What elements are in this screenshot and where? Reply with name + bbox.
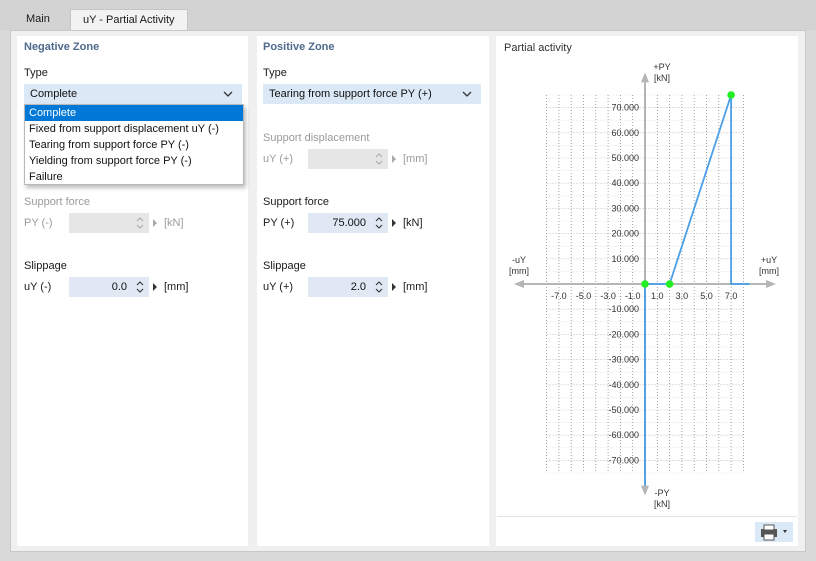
negative-zone-title: Negative Zone — [24, 41, 100, 53]
y-tick-label: -10.000 — [608, 304, 639, 314]
positive-force-label: PY (+) — [263, 217, 295, 229]
x-tick-label: -7.0 — [551, 291, 567, 301]
positive-displacement-title: Support displacement — [263, 132, 370, 144]
tab-partial-activity[interactable]: uY - Partial Activity — [70, 9, 188, 31]
chart-toolbar-divider — [497, 516, 797, 517]
stepper-arrows-icon[interactable] — [135, 279, 145, 295]
play-arrow-icon[interactable] — [392, 219, 396, 227]
dropdown-option-tearing[interactable]: Tearing from support force PY (-) — [25, 137, 243, 153]
negative-type-dropdown: Complete Fixed from support displacement… — [24, 104, 244, 185]
play-arrow-icon[interactable] — [392, 283, 396, 291]
y-pos-axis-label: +PY — [653, 62, 670, 72]
stepper-arrows-icon[interactable] — [374, 279, 384, 295]
positive-slippage-label: uY (+) — [263, 281, 294, 293]
x-tick-label: 5.0 — [700, 291, 713, 301]
y-tick-label: 20.000 — [611, 229, 639, 239]
y-tick-label: -30.000 — [608, 355, 639, 365]
y-tick-label: -40.000 — [608, 380, 639, 390]
negative-slippage-title: Slippage — [24, 260, 67, 272]
tab-bar: Main uY - Partial Activity — [0, 0, 816, 31]
positive-type-select[interactable]: Tearing from support force PY (+) — [263, 84, 481, 104]
dropdown-option-complete[interactable]: Complete — [25, 105, 243, 121]
chart-title: Partial activity — [504, 42, 572, 54]
positive-force-stepper[interactable]: 75.000 — [308, 213, 388, 233]
y-neg-axis-label: -PY — [654, 488, 669, 498]
x-tick-label: 3.0 — [676, 291, 689, 301]
x-tick-label: -3.0 — [600, 291, 616, 301]
positive-force-unit: [kN] — [403, 217, 423, 229]
positive-slippage-unit: [mm] — [403, 281, 428, 293]
play-arrow-icon — [392, 155, 396, 163]
dropdown-option-fixed-displacement[interactable]: Fixed from support displacement uY (-) — [25, 121, 243, 137]
positive-displacement-label: uY (+) — [263, 153, 294, 165]
positive-slippage-stepper[interactable]: 2.0 — [308, 277, 388, 297]
chevron-down-icon — [223, 91, 233, 97]
stepper-arrows-icon[interactable] — [374, 215, 384, 231]
x-tick-label: -5.0 — [576, 291, 592, 301]
x-pos-axis-unit: [mm] — [759, 266, 779, 276]
negative-type-label: Type — [24, 67, 48, 79]
x-pos-axis-label: +uY — [761, 255, 777, 265]
y-tick-label: 10.000 — [611, 254, 639, 264]
printer-icon — [761, 524, 787, 541]
activity-point — [665, 280, 674, 288]
negative-slippage-label: uY (-) — [24, 281, 52, 293]
negative-slippage-unit: [mm] — [164, 281, 189, 293]
play-arrow-icon[interactable] — [153, 283, 157, 291]
y-tick-label: -50.000 — [608, 405, 639, 415]
x-tick-label: 7.0 — [725, 291, 738, 301]
play-arrow-icon — [153, 219, 157, 227]
x-tick-label: 1.0 — [651, 291, 664, 301]
activity-line — [645, 94, 750, 285]
dropdown-option-failure[interactable]: Failure — [25, 169, 243, 185]
y-axis-arrow-down — [641, 485, 649, 496]
x-neg-axis-unit: [mm] — [509, 266, 529, 276]
y-tick-label: -20.000 — [608, 329, 639, 339]
activity-point — [641, 280, 649, 288]
y-pos-axis-unit: [kN] — [654, 73, 670, 83]
positive-type-label: Type — [263, 67, 287, 79]
chevron-down-icon — [462, 91, 472, 97]
stepper-arrows-icon — [136, 217, 144, 229]
y-tick-label: -60.000 — [608, 430, 639, 440]
x-axis-arrow-left — [514, 280, 524, 288]
positive-force-title: Support force — [263, 196, 330, 208]
y-tick-label: 40.000 — [611, 178, 639, 188]
x-neg-axis-label: -uY — [512, 255, 526, 265]
tab-main[interactable]: Main — [14, 9, 62, 31]
positive-zone-title: Positive Zone — [263, 41, 335, 53]
positive-displacement-stepper — [308, 149, 388, 169]
y-tick-label: -70.000 — [608, 455, 639, 465]
positive-slippage-value: 2.0 — [350, 281, 366, 293]
y-tick-label: 50.000 — [611, 153, 639, 163]
negative-type-value: Complete — [30, 88, 78, 100]
dropdown-option-yielding[interactable]: Yielding from support force PY (-) — [25, 153, 243, 169]
x-axis-arrow-right — [766, 280, 776, 288]
y-axis-arrow-up — [641, 72, 649, 83]
positive-force-value: 75.000 — [332, 217, 366, 229]
negative-slippage-value: 0.0 — [111, 281, 127, 293]
negative-force-unit: [kN] — [164, 217, 184, 229]
negative-force-label: PY (-) — [24, 217, 53, 229]
activity-point — [727, 91, 735, 99]
negative-force-stepper — [69, 213, 149, 233]
stepper-arrows-icon — [375, 153, 383, 165]
print-button[interactable] — [755, 522, 793, 542]
y-tick-label: 60.000 — [611, 128, 639, 138]
y-neg-axis-unit: [kN] — [654, 499, 670, 509]
y-tick-label: 30.000 — [611, 203, 639, 213]
partial-activity-chart: -7.0 -5.0 -3.0 -1.0 1.0 3.0 5.0 7.0 70.000 60.000… — [509, 62, 779, 509]
positive-type-value: Tearing from support force PY (+) — [269, 88, 432, 100]
negative-type-select[interactable]: Complete — [24, 84, 242, 104]
negative-force-title: Support force — [24, 196, 91, 208]
y-tick-label: 70.000 — [611, 103, 639, 113]
x-tick-label: -1.0 — [625, 291, 641, 301]
positive-displacement-unit: [mm] — [403, 153, 428, 165]
positive-slippage-title: Slippage — [263, 260, 306, 272]
negative-slippage-stepper[interactable]: 0.0 — [69, 277, 149, 297]
